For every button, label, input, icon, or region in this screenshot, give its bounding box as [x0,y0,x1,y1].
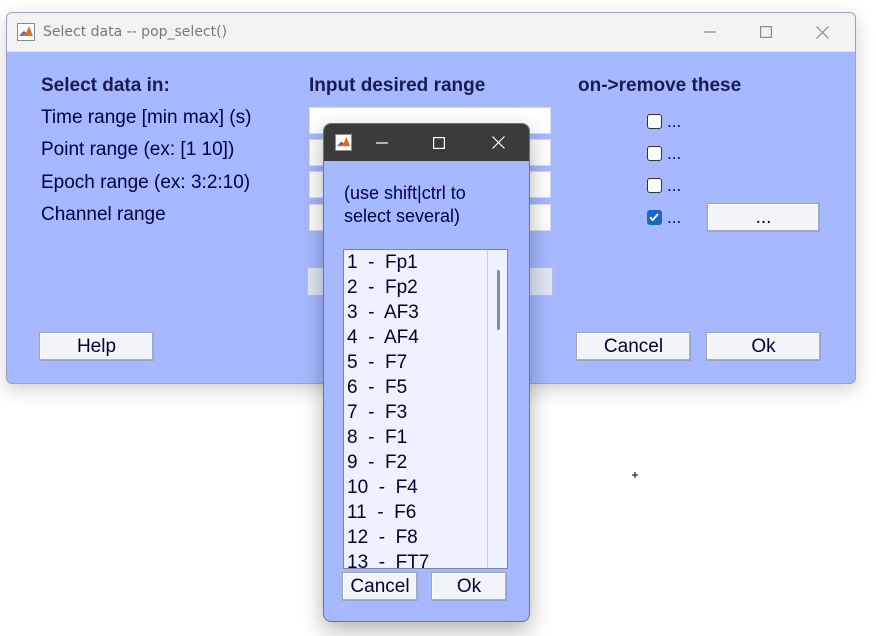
matlab-icon [17,23,35,41]
channel-ellipsis: ... [667,208,682,227]
channel-listbox[interactable]: 1 - Fp1 2 - Fp2 3 - AF3 4 - AF4 5 - F7 6… [343,249,508,569]
maximize-icon [433,136,445,149]
list-item[interactable]: 3 - AF3 [347,300,419,325]
close-button[interactable] [799,13,845,51]
dialog-maximize-button[interactable] [417,124,461,161]
point-ellipsis: ... [667,144,682,163]
remove-point-checkbox[interactable] [647,146,662,161]
epoch-range-label: Epoch range (ex: 3:2:10) [41,172,251,193]
cancel-button[interactable]: Cancel [576,332,691,361]
list-item[interactable]: 13 - FT7 [347,550,429,568]
list-item[interactable]: 1 - Fp1 [347,250,418,275]
maximize-icon [760,26,772,38]
matlab-icon [335,134,352,151]
remove-epoch-checkbox[interactable] [647,178,662,193]
close-icon [815,25,829,39]
channel-browse-button[interactable]: ... [707,203,820,232]
header-select-data-in: Select data in: [41,75,170,96]
list-item[interactable]: 4 - AF4 [347,325,419,350]
list-item[interactable]: 6 - F5 [347,375,407,400]
scrollbar-thumb[interactable] [497,270,500,330]
dialog-instructions: (use shift|ctrl to select several) [344,182,466,228]
dialog-close-button[interactable] [476,124,520,161]
header-input-range: Input desired range [309,75,486,96]
list-item[interactable]: 2 - Fp2 [347,275,418,300]
channel-select-dialog: (use shift|ctrl to select several) 1 - F… [323,123,530,622]
epoch-ellipsis: ... [667,176,682,195]
dialog-title-bar[interactable] [324,124,529,161]
point-range-label: Point range (ex: [1 10]) [41,139,235,160]
listbox-scrollbar[interactable] [487,250,507,568]
time-ellipsis: ... [667,112,682,131]
list-item[interactable]: 9 - F2 [347,450,407,475]
title-bar[interactable]: Select data -- pop_select() [7,13,855,52]
instructions-line-1: (use shift|ctrl to [344,183,466,203]
list-item[interactable]: 11 - F6 [347,500,416,525]
minimize-icon [376,141,388,144]
instructions-line-2: select several) [344,206,461,226]
time-range-label: Time range [min max] (s) [41,107,252,128]
remove-time-checkbox[interactable] [647,114,662,129]
checkmark-icon [649,213,659,222]
minimize-button[interactable] [687,13,733,51]
header-remove-these: on->remove these [578,75,742,96]
remove-channel-checkbox[interactable] [647,210,662,225]
list-item[interactable]: 5 - F7 [347,350,407,375]
list-item[interactable]: 8 - F1 [347,425,407,450]
dialog-minimize-button[interactable] [360,124,404,161]
list-item[interactable]: 10 - F4 [347,475,418,500]
window-title: Select data -- pop_select() [43,24,228,40]
close-icon [491,136,505,149]
list-item[interactable]: 12 - F8 [347,525,418,550]
dialog-cancel-button[interactable]: Cancel [342,572,418,601]
dialog-ok-button[interactable]: Ok [431,572,507,601]
help-button[interactable]: Help [39,332,154,361]
channel-range-label: Channel range [41,204,166,225]
ok-button[interactable]: Ok [706,332,821,361]
list-item[interactable]: 7 - F3 [347,400,407,425]
maximize-button[interactable] [743,13,789,51]
minimize-icon [704,31,716,33]
cursor-icon [632,472,638,478]
